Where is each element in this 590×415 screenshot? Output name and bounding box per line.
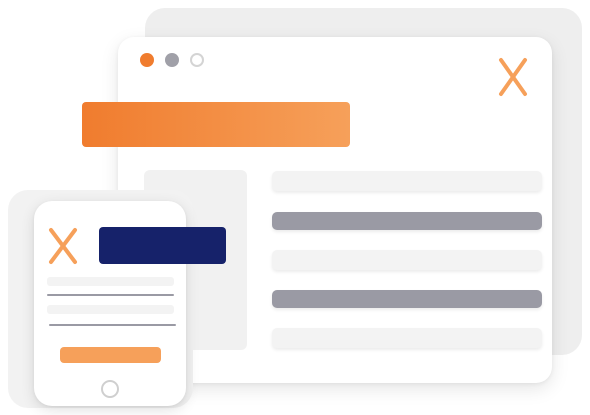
content-line-light [272,171,542,191]
mobile-content-line-light [47,305,174,314]
hero-banner-bar [82,102,350,147]
content-line-light [272,328,542,348]
mobile-header-bar [99,227,226,264]
x-mark-icon [49,228,77,264]
home-button[interactable] [101,380,119,398]
mobile-content-line-light [47,277,174,286]
window-dot-white [190,53,204,67]
window-dot-orange [140,53,154,67]
mobile-content-rule [49,324,176,326]
content-line-dark [272,212,542,230]
mobile-cta-button[interactable] [60,347,161,363]
illustration-scene [0,0,590,415]
mobile-content-rule [47,294,174,296]
content-line-light [272,250,542,270]
window-dot-gray [165,53,179,67]
content-line-dark [272,290,542,308]
x-mark-icon [499,58,527,96]
